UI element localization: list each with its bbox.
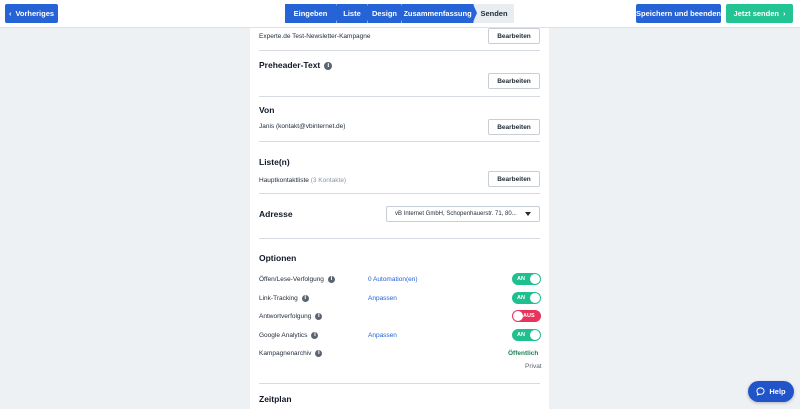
address-heading: Adresse bbox=[259, 209, 293, 219]
back-button[interactable]: ‹ Vorheriges bbox=[5, 4, 58, 23]
reply-tracking-toggle[interactable]: AUS bbox=[512, 310, 541, 322]
edit-preheader-button[interactable]: Bearbeiten bbox=[488, 73, 540, 89]
contact-count: (3 Kontakte) bbox=[310, 177, 347, 184]
option-label-google-analytics: Google Analytics i bbox=[259, 332, 319, 339]
chat-bubble-icon bbox=[756, 387, 765, 396]
step-eingeben[interactable]: Eingeben bbox=[285, 4, 340, 23]
wizard-steps: Eingeben Liste Design Zusammenfassung Se… bbox=[285, 4, 514, 23]
option-label-link-tracking: Link-Tracking i bbox=[259, 295, 309, 302]
divider bbox=[259, 50, 540, 51]
divider bbox=[259, 193, 540, 194]
save-and-exit-button[interactable]: Speichern und beenden bbox=[636, 4, 721, 23]
top-bar: ‹ Vorheriges Eingeben Liste Design Zusam… bbox=[0, 0, 800, 28]
toggle-knob bbox=[513, 311, 523, 321]
schedule-heading: Zeitplan bbox=[259, 394, 292, 404]
step-design[interactable]: Design bbox=[368, 4, 405, 23]
option-label-reply-tracking: Antwortverfolgung i bbox=[259, 313, 323, 320]
options-heading: Optionen bbox=[259, 253, 297, 263]
lists-heading: Liste(n) bbox=[259, 157, 290, 167]
step-liste[interactable]: Liste bbox=[337, 4, 371, 23]
subject-value: Experte.de Test-Newsletter-Kampagne bbox=[259, 33, 371, 40]
lists-value: Hauptkontaktliste (3 Kontakte) bbox=[259, 177, 347, 184]
divider bbox=[259, 96, 540, 97]
edit-from-button[interactable]: Bearbeiten bbox=[488, 119, 540, 135]
back-button-label: Vorheriges bbox=[15, 9, 55, 18]
step-zusammenfassung[interactable]: Zusammenfassung bbox=[402, 4, 477, 23]
send-now-button[interactable]: Jetzt senden › bbox=[726, 4, 793, 23]
option-label-open-tracking: Öffen/Lese-Verfolgung i bbox=[259, 276, 335, 283]
toggle-knob bbox=[530, 330, 540, 340]
link-tracking-customize-link[interactable]: Anpassen bbox=[368, 295, 397, 302]
archive-public-option[interactable]: Öffentlich bbox=[508, 350, 538, 357]
archive-private-option[interactable]: Privat bbox=[525, 363, 542, 370]
link-tracking-toggle[interactable]: AN bbox=[512, 292, 541, 304]
preheader-heading: Preheader-Text i bbox=[259, 60, 333, 70]
info-icon[interactable]: i bbox=[327, 276, 335, 283]
toggle-knob bbox=[530, 274, 540, 284]
edit-subject-button[interactable]: Bearbeiten bbox=[488, 28, 540, 44]
divider bbox=[259, 141, 540, 142]
info-icon[interactable]: i bbox=[311, 332, 319, 339]
chevron-left-icon: ‹ bbox=[8, 9, 12, 18]
help-button[interactable]: Help bbox=[748, 381, 794, 402]
divider bbox=[259, 383, 540, 384]
chevron-right-icon: › bbox=[782, 9, 786, 18]
edit-lists-button[interactable]: Bearbeiten bbox=[488, 171, 540, 187]
from-heading: Von bbox=[259, 105, 275, 115]
info-icon[interactable]: i bbox=[324, 62, 333, 70]
automations-link[interactable]: 0 Automation(en) bbox=[368, 276, 418, 283]
from-value: Janis (kontakt@vbinternet.de) bbox=[259, 123, 346, 130]
open-tracking-toggle[interactable]: AN bbox=[512, 273, 541, 285]
divider bbox=[259, 238, 540, 239]
info-icon[interactable]: i bbox=[315, 350, 323, 357]
address-select[interactable]: vB Internet GmbH, Schopenhauerstr. 71, 8… bbox=[386, 206, 540, 222]
step-senden[interactable]: Senden bbox=[474, 4, 514, 23]
summary-panel: Experte.de Test-Newsletter-Kampagne Bear… bbox=[250, 28, 549, 409]
info-icon[interactable]: i bbox=[315, 313, 323, 320]
info-icon[interactable]: i bbox=[301, 295, 309, 302]
google-analytics-customize-link[interactable]: Anpassen bbox=[368, 332, 397, 339]
option-label-campaign-archive: Kampagnenarchiv i bbox=[259, 350, 323, 357]
caret-down-icon bbox=[525, 212, 531, 216]
toggle-knob bbox=[530, 293, 540, 303]
google-analytics-toggle[interactable]: AN bbox=[512, 329, 541, 341]
